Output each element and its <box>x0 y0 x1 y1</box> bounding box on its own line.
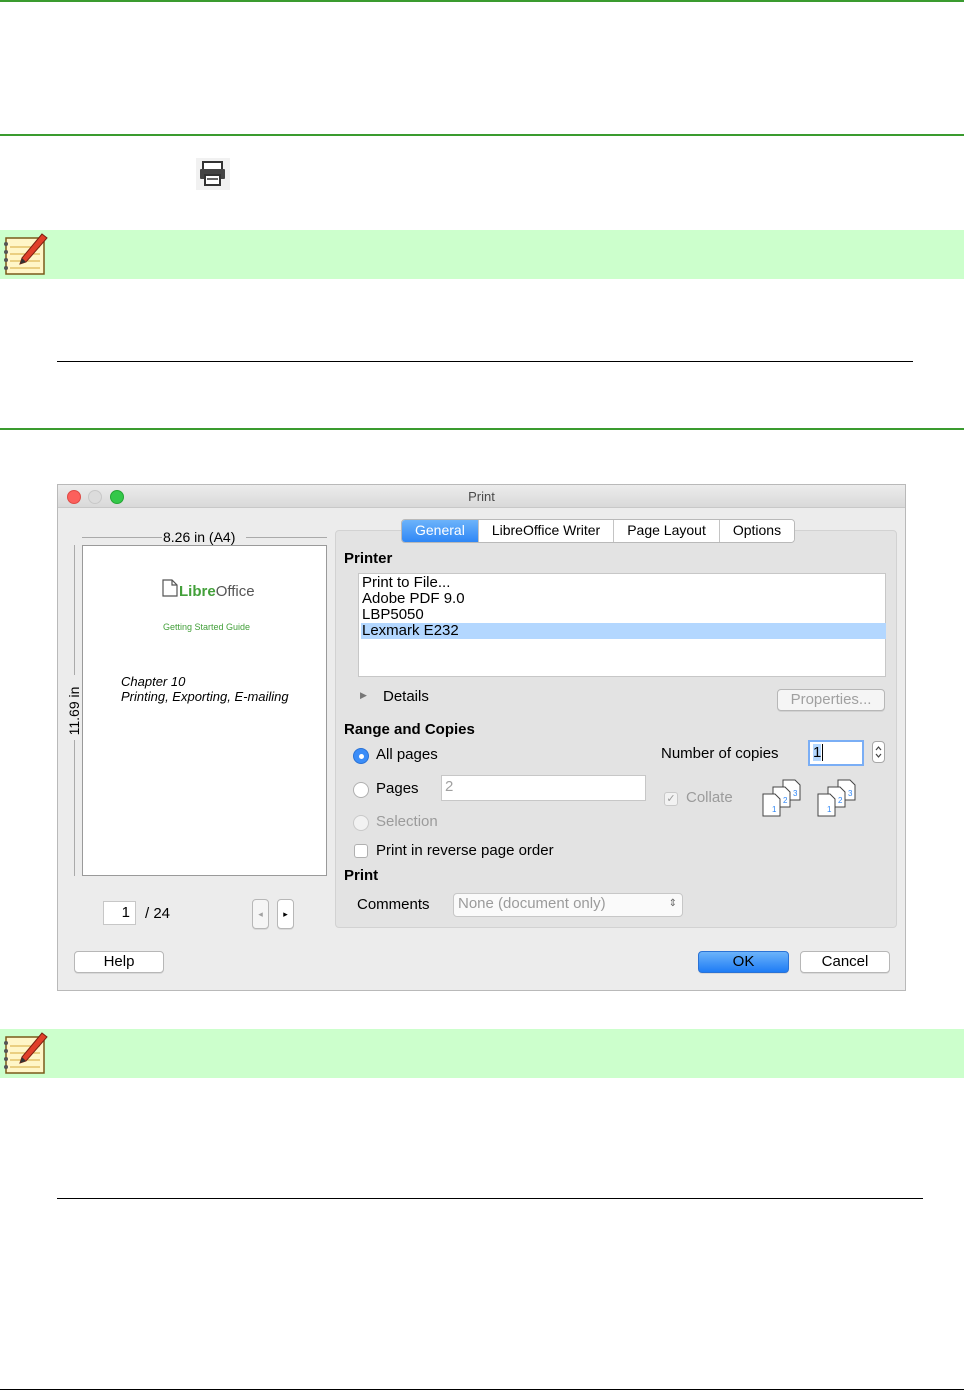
chapter-title: Printing, Exporting, E-mailing <box>121 689 289 704</box>
print-section-label: Print <box>344 867 379 884</box>
copies-stepper[interactable] <box>872 741 885 763</box>
comments-label: Comments <box>357 896 430 913</box>
collate-label: Collate <box>686 789 733 806</box>
libreoffice-logo-icon <box>162 579 178 597</box>
note-band <box>0 1029 964 1078</box>
help-button[interactable]: Help <box>74 951 164 973</box>
note-end-rule <box>57 361 913 362</box>
chapter-number: Chapter 10 <box>121 674 186 689</box>
svg-text:3: 3 <box>793 789 798 798</box>
preview-page-input[interactable]: 1 <box>103 901 136 925</box>
svg-text:2: 2 <box>783 796 788 805</box>
pages-input[interactable]: 2 <box>441 775 646 801</box>
printer-item[interactable]: LBP5050 <box>361 607 886 623</box>
next-page-button[interactable]: ▸ <box>277 899 294 929</box>
note-end-rule <box>57 1198 923 1199</box>
top-rule <box>0 0 964 2</box>
copies-label: Number of copies <box>661 745 779 762</box>
tab-options[interactable]: Options <box>719 520 795 542</box>
pages-radio[interactable] <box>353 782 369 798</box>
printer-item[interactable]: Print to File... <box>361 575 886 591</box>
svg-text:2: 2 <box>838 796 843 805</box>
footer-rule <box>0 1389 964 1390</box>
selection-radio[interactable] <box>353 815 369 831</box>
note-icon <box>4 233 48 275</box>
note-icon <box>4 1032 48 1074</box>
printer-item[interactable]: Adobe PDF 9.0 <box>361 591 886 607</box>
printer-icon <box>196 158 230 190</box>
svg-text:1: 1 <box>772 805 777 814</box>
ok-button[interactable]: OK <box>698 951 789 973</box>
details-toggle[interactable]: Details <box>383 688 429 705</box>
selection-label: Selection <box>376 813 438 830</box>
previous-page-button[interactable]: ◂ <box>252 899 269 929</box>
comments-select[interactable]: None (document only) ⇕ <box>453 893 683 917</box>
dialog-title: Print <box>468 489 495 504</box>
printer-item-selected[interactable]: Lexmark E232 <box>361 623 886 639</box>
reverse-order-checkbox[interactable] <box>354 844 368 858</box>
width-dimension-line <box>82 537 162 538</box>
height-dimension-line <box>74 740 75 876</box>
section-rule <box>0 134 964 136</box>
disclosure-triangle-icon[interactable]: ▶ <box>360 690 367 701</box>
cancel-button[interactable]: Cancel <box>800 951 890 973</box>
collate-icon: 3 2 1 <box>762 779 801 817</box>
svg-text:1: 1 <box>827 805 832 814</box>
copies-input[interactable]: 1 <box>808 740 864 766</box>
page-height-label: 11.69 in <box>66 686 82 736</box>
printer-section-label: Printer <box>344 550 393 567</box>
width-dimension-line <box>246 537 327 538</box>
chevron-left-icon: ◂ <box>258 909 263 919</box>
stepper-arrows-icon <box>875 746 882 758</box>
all-pages-label: All pages <box>376 746 438 763</box>
chevron-updown-icon: ⇕ <box>668 898 677 909</box>
range-section-label: Range and Copies <box>344 721 475 738</box>
page-width-label: 8.26 in (A4) <box>163 529 236 545</box>
section-rule <box>0 428 964 430</box>
preview-page-total: / 24 <box>145 905 171 922</box>
note-band <box>0 230 964 279</box>
title-bar: Print <box>58 485 905 508</box>
tab-libreoffice-writer[interactable]: LibreOffice Writer <box>478 520 615 542</box>
collate-checkbox[interactable]: ✓ <box>664 792 678 806</box>
printer-list[interactable]: Print to File... Adobe PDF 9.0 LBP5050 L… <box>358 573 886 677</box>
print-dialog: Print 8.26 in (A4) 11.69 in LibreOffice … <box>57 484 906 991</box>
tab-page-layout[interactable]: Page Layout <box>614 520 720 542</box>
page-preview: LibreOffice Getting Started Guide Chapte… <box>82 545 327 876</box>
reverse-order-label: Print in reverse page order <box>376 842 554 859</box>
height-dimension-line <box>74 545 75 675</box>
guide-title: Getting Started Guide <box>163 622 251 632</box>
tab-bar: General LibreOffice Writer Page Layout O… <box>401 519 796 543</box>
collate-icon: 3 2 1 <box>817 779 856 817</box>
tab-general[interactable]: General <box>402 520 479 542</box>
pages-label: Pages <box>376 780 419 797</box>
chevron-right-icon: ▸ <box>283 909 288 919</box>
svg-text:3: 3 <box>848 789 853 798</box>
all-pages-radio[interactable] <box>353 748 369 764</box>
properties-button[interactable]: Properties... <box>777 689 885 711</box>
libreoffice-logo: LibreOffice <box>179 583 255 600</box>
